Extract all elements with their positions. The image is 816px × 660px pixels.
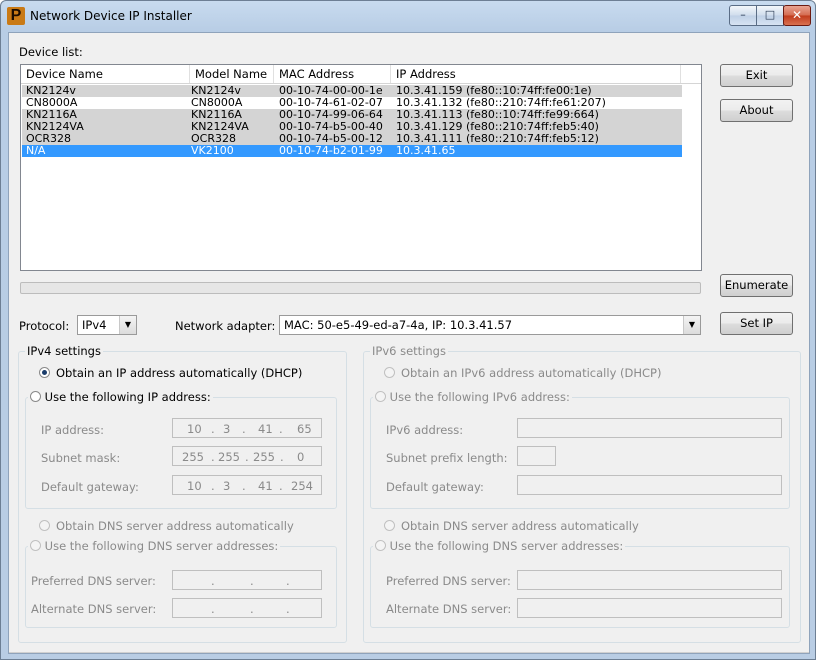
protocol-label: Protocol: xyxy=(19,319,70,333)
default-gateway-field[interactable]: 10. 3. 41. 254 xyxy=(172,475,322,495)
ipv4-manual-group: Use the following IP address: IP address… xyxy=(25,390,337,509)
ipv6-manual-label: Use the following IPv6 address: xyxy=(389,390,570,404)
ipv6-address-field[interactable] xyxy=(517,418,782,438)
preferred-dns-label: Preferred DNS server: xyxy=(31,574,156,588)
ipv6-address-label: IPv6 address: xyxy=(386,423,464,437)
client-area: Device list: Device Name Model Name MAC … xyxy=(8,32,810,654)
subnet-mask-label: Subnet mask: xyxy=(41,451,121,465)
exit-button[interactable]: Exit xyxy=(720,64,793,87)
ipv4-settings-title: IPv4 settings xyxy=(25,344,103,358)
about-button[interactable]: About xyxy=(720,99,793,122)
ip-address-cell: 10.3.41.65 xyxy=(396,144,456,157)
ipv6-preferred-dns-label: Preferred DNS server: xyxy=(386,574,511,588)
ipv6-manual-radio[interactable] xyxy=(375,391,386,402)
ipv4-manual-title: Use the following IP address: xyxy=(28,390,213,404)
chevron-down-icon[interactable]: ▼ xyxy=(683,316,700,334)
main-window: P Network Device IP Installer – □ ✕ Devi… xyxy=(0,0,816,660)
set-ip-button[interactable]: Set IP xyxy=(720,312,793,335)
ipv6-dns-auto-radio[interactable] xyxy=(384,520,395,531)
ipv6-dns-manual-label: Use the following DNS server addresses: xyxy=(389,539,624,553)
alternate-dns-label: Alternate DNS server: xyxy=(31,602,157,616)
ipv6-alternate-dns-label: Alternate DNS server: xyxy=(386,602,512,616)
list-header: Device Name Model Name MAC Address IP Ad… xyxy=(21,65,701,84)
enumerate-button[interactable]: Enumerate xyxy=(720,274,793,297)
device-name-cell: N/A xyxy=(26,144,46,157)
window-title: Network Device IP Installer xyxy=(30,9,192,23)
bottom-separator xyxy=(9,652,809,653)
ipv4-dns-manual-group: Use the following DNS server addresses: … xyxy=(25,539,337,628)
column-model-name[interactable]: Model Name xyxy=(190,65,274,83)
protocol-select[interactable]: IPv4 ▼ xyxy=(77,315,137,335)
ipv4-dns-manual-label: Use the following DNS server addresses: xyxy=(44,539,279,553)
mac-address-cell: 00-10-74-b2-01-99 xyxy=(279,144,383,157)
ipv4-manual-label: Use the following IP address: xyxy=(44,390,211,404)
ipv6-preferred-dns-field[interactable] xyxy=(517,570,782,590)
subnet-prefix-field[interactable] xyxy=(517,446,556,466)
column-mac-address[interactable]: MAC Address xyxy=(274,65,391,83)
protocol-value: IPv4 xyxy=(82,318,107,332)
ipv6-dns-manual-title: Use the following DNS server addresses: xyxy=(373,539,626,553)
ipv6-gateway-field[interactable] xyxy=(517,475,782,495)
ipv4-settings-group: IPv4 settings Obtain an IP address autom… xyxy=(18,344,347,643)
minimize-button[interactable]: – xyxy=(729,5,757,26)
device-list[interactable]: Device Name Model Name MAC Address IP Ad… xyxy=(20,64,702,271)
ipv6-settings-group: IPv6 settings Obtain an IPv6 address aut… xyxy=(363,344,801,643)
model-name-cell: VK2100 xyxy=(191,144,234,157)
ipv6-dhcp-label: Obtain an IPv6 address automatically (DH… xyxy=(401,366,662,380)
maximize-button[interactable]: □ xyxy=(756,5,784,26)
ipv6-alternate-dns-field[interactable] xyxy=(517,598,782,618)
preferred-dns-field[interactable]: ... xyxy=(172,570,322,590)
ipv4-dhcp-radio[interactable] xyxy=(39,367,50,378)
ipv4-dns-manual-title: Use the following DNS server addresses: xyxy=(28,539,281,553)
network-adapter-label: Network adapter: xyxy=(175,319,276,333)
ipv4-dns-auto-label: Obtain DNS server address automatically xyxy=(56,519,294,533)
default-gateway-label: Default gateway: xyxy=(41,480,139,494)
ip-address-field[interactable]: 10. 3. 41. 65 xyxy=(172,418,322,438)
device-list-label: Device list: xyxy=(19,45,83,59)
table-row[interactable]: N/A VK2100 00-10-74-b2-01-99 10.3.41.65 xyxy=(22,145,682,157)
network-adapter-select[interactable]: MAC: 50-e5-49-ed-a7-4a, IP: 10.3.41.57 ▼ xyxy=(279,315,701,335)
subnet-mask-field[interactable]: 255. 255. 255. 0 xyxy=(172,446,322,466)
ipv6-dns-manual-radio[interactable] xyxy=(375,540,386,551)
ipv6-settings-title: IPv6 settings xyxy=(370,344,448,358)
ipv6-dns-manual-group: Use the following DNS server addresses: … xyxy=(370,539,790,628)
ip-address-label: IP address: xyxy=(41,423,105,437)
chevron-down-icon[interactable]: ▼ xyxy=(119,316,136,334)
column-device-name[interactable]: Device Name xyxy=(21,65,190,83)
alternate-dns-field[interactable]: ... xyxy=(172,598,322,618)
progress-bar xyxy=(20,282,701,294)
ipv6-gateway-label: Default gateway: xyxy=(386,480,484,494)
close-button[interactable]: ✕ xyxy=(783,5,811,26)
ipv6-dns-auto-label: Obtain DNS server address automatically xyxy=(401,519,639,533)
network-adapter-value: MAC: 50-e5-49-ed-a7-4a, IP: 10.3.41.57 xyxy=(284,318,513,332)
column-ip-address[interactable]: IP Address xyxy=(391,65,681,83)
ipv4-dhcp-label: Obtain an IP address automatically (DHCP… xyxy=(56,366,303,380)
ipv6-manual-group: Use the following IPv6 address: IPv6 add… xyxy=(370,390,790,509)
ipv6-dhcp-radio[interactable] xyxy=(384,367,395,378)
app-icon: P xyxy=(7,7,25,25)
ipv6-manual-title: Use the following IPv6 address: xyxy=(373,390,572,404)
ipv4-manual-radio[interactable] xyxy=(30,391,41,402)
subnet-prefix-label: Subnet prefix length: xyxy=(386,451,508,465)
ipv4-dns-manual-radio[interactable] xyxy=(30,540,41,551)
ipv4-dns-auto-radio[interactable] xyxy=(39,520,50,531)
title-bar[interactable]: P Network Device IP Installer – □ ✕ xyxy=(1,1,815,32)
